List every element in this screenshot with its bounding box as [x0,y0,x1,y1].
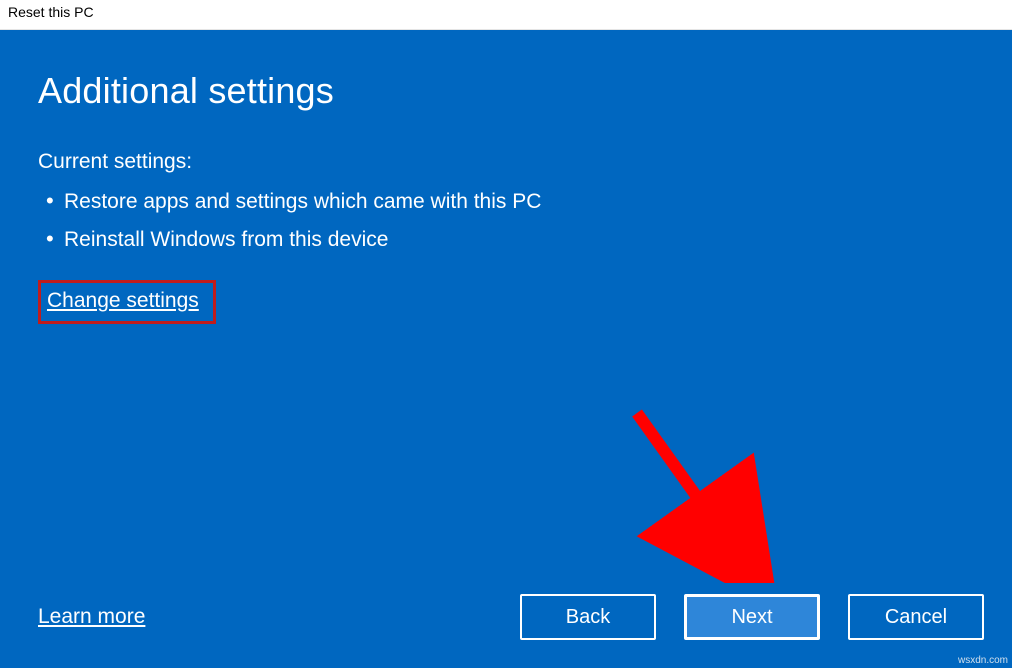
learn-more-link[interactable]: Learn more [38,605,145,629]
button-row: Back Next Cancel [520,594,984,640]
list-item: Restore apps and settings which came wit… [42,190,974,214]
page-heading: Additional settings [38,70,974,112]
next-button[interactable]: Next [684,594,820,640]
change-settings-highlight: Change settings [38,280,216,324]
window-titlebar: Reset this PC [0,0,1012,30]
current-settings-list: Restore apps and settings which came wit… [42,190,974,252]
current-settings-label: Current settings: [38,150,974,174]
list-item: Reinstall Windows from this device [42,228,974,252]
window-title: Reset this PC [8,4,94,20]
footer-bar: Learn more Back Next Cancel [38,594,984,640]
content-panel: Additional settings Current settings: Re… [0,30,1012,668]
back-button[interactable]: Back [520,594,656,640]
change-settings-link[interactable]: Change settings [47,289,199,312]
arrow-annotation-icon [617,403,777,583]
watermark-text: wsxdn.com [958,655,1008,666]
cancel-button[interactable]: Cancel [848,594,984,640]
